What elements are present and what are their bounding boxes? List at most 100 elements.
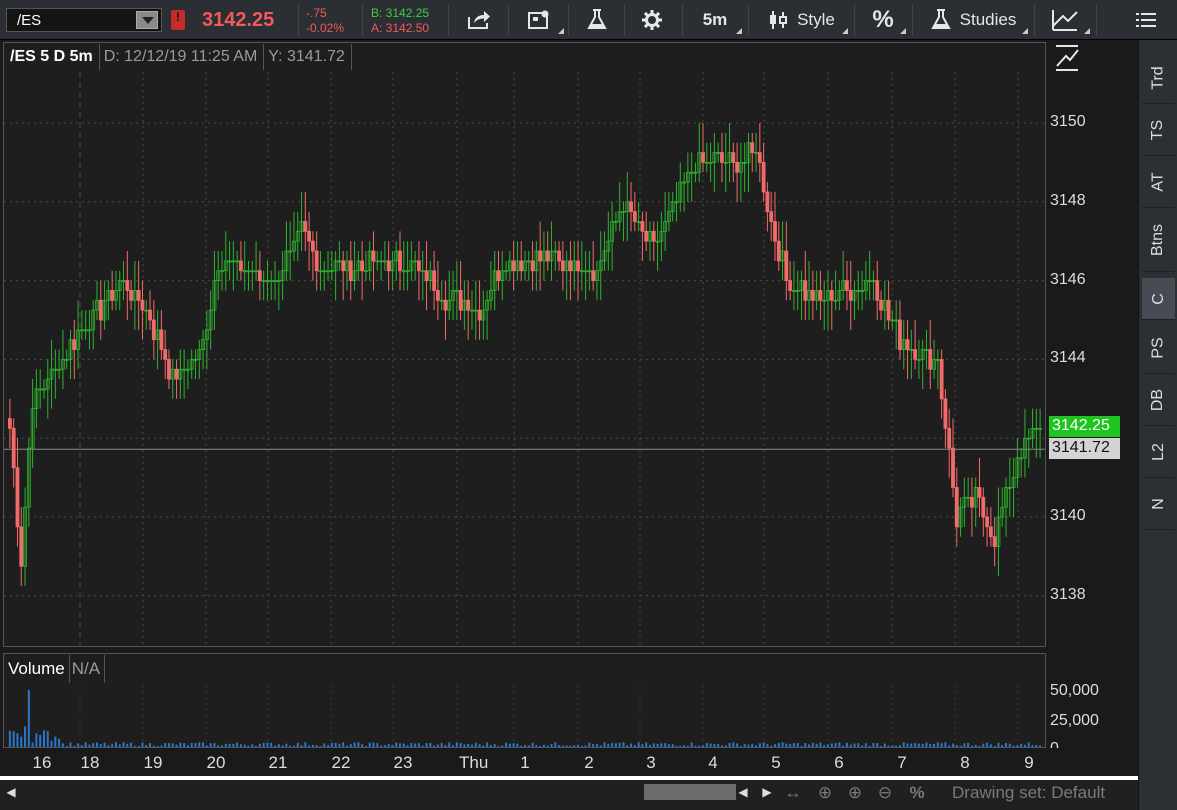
volume-bar bbox=[868, 746, 871, 747]
volume-bar bbox=[622, 742, 625, 747]
volume-bar bbox=[758, 743, 761, 747]
volume-bar bbox=[546, 745, 549, 747]
drawing-set-label[interactable]: Drawing set: Default bbox=[952, 783, 1105, 803]
volume-bar bbox=[478, 744, 481, 747]
percent-icon[interactable]: % bbox=[904, 782, 930, 804]
volume-bar bbox=[675, 745, 678, 747]
volume-bar bbox=[255, 746, 258, 747]
scroll-left-button[interactable]: ◀ bbox=[734, 782, 752, 802]
pan-icon[interactable]: ↔ bbox=[780, 782, 806, 804]
candle-down bbox=[765, 191, 770, 213]
sidebar-tab-position-summary[interactable]: PS bbox=[1142, 322, 1175, 374]
sidebar-tab-dashboard[interactable]: DB bbox=[1142, 374, 1175, 426]
volume-bar bbox=[921, 743, 924, 747]
volume-bar bbox=[910, 743, 913, 747]
volume-bar bbox=[940, 743, 943, 747]
volume-bar bbox=[99, 743, 102, 747]
volume-bar bbox=[834, 742, 837, 747]
volume-bar bbox=[739, 746, 742, 747]
time-tick-label: 23 bbox=[393, 753, 413, 772]
volume-bar bbox=[815, 743, 818, 747]
sidebar-tab-time-sales[interactable]: TS bbox=[1142, 104, 1175, 156]
sidebar-tab-label: C bbox=[1149, 292, 1167, 305]
volume-bar bbox=[399, 743, 402, 747]
sidebar-tab-label: TS bbox=[1149, 119, 1167, 140]
volume-bar bbox=[482, 745, 485, 747]
sidebar-tab-news[interactable]: N bbox=[1142, 478, 1175, 530]
scroll-right-button[interactable]: ▶ bbox=[758, 782, 776, 802]
volume-bar bbox=[486, 742, 489, 747]
volume-bar bbox=[1035, 744, 1038, 747]
volume-bar bbox=[561, 745, 564, 747]
volume-bar bbox=[732, 742, 735, 747]
volume-bar bbox=[111, 743, 114, 747]
volume-bar bbox=[323, 743, 326, 747]
volume-info-bar: Volume N/A bbox=[6, 655, 106, 683]
candle-down bbox=[110, 290, 115, 301]
volume-bar bbox=[690, 742, 693, 747]
volume-bar bbox=[493, 744, 496, 747]
candle-down bbox=[239, 260, 243, 272]
sidebar-tab-chart[interactable]: C bbox=[1142, 278, 1175, 320]
candle-down bbox=[530, 260, 535, 272]
volume-bar bbox=[667, 744, 670, 747]
sidebar-tab-buttons[interactable]: Btns bbox=[1142, 208, 1175, 272]
volume-bar bbox=[709, 743, 712, 747]
volume-bar bbox=[951, 743, 954, 747]
volume-bar bbox=[880, 745, 883, 747]
volume-bar bbox=[531, 742, 534, 747]
volume-bar bbox=[130, 742, 133, 747]
volume-bar bbox=[315, 745, 318, 747]
candle-down bbox=[810, 290, 815, 301]
volume-bar bbox=[277, 744, 280, 747]
price-tick-label: 3150 bbox=[1050, 113, 1086, 130]
candle-down bbox=[784, 250, 789, 282]
candle-down bbox=[701, 152, 705, 163]
volume-bar bbox=[141, 742, 144, 747]
volume-bar bbox=[978, 745, 981, 747]
zoom-out-icon[interactable]: ⊖ bbox=[872, 782, 898, 804]
sidebar-tab-level2[interactable]: L2 bbox=[1142, 426, 1175, 478]
candle-down bbox=[803, 280, 808, 301]
sidebar-tab-trade[interactable]: Trd bbox=[1142, 52, 1175, 104]
crosshair-icon[interactable]: ⊕ bbox=[812, 782, 838, 804]
time-tick-label: 2 bbox=[584, 753, 594, 772]
bottom-bar: ◀ ◀ ▶ ↔ ⊕ ⊕ ⊖ % Drawing set: Default bbox=[0, 776, 1138, 810]
sidebar-tab-label: DB bbox=[1149, 388, 1167, 411]
scroll-left-button[interactable]: ◀ bbox=[2, 782, 20, 802]
candle-down bbox=[98, 299, 103, 321]
candle-down bbox=[731, 152, 736, 163]
volume-bar bbox=[361, 744, 364, 747]
volume-bar bbox=[217, 745, 220, 747]
volume-bar bbox=[202, 742, 205, 747]
chart-title[interactable]: /ES 5 D 5m bbox=[6, 44, 100, 70]
drawing-tool-icon[interactable] bbox=[1054, 44, 1080, 72]
candle-down bbox=[773, 221, 777, 242]
time-tick-label: 7 bbox=[897, 753, 907, 772]
candle-down bbox=[651, 230, 656, 242]
volume-bar bbox=[955, 745, 958, 747]
volume-bar bbox=[683, 745, 686, 747]
volume-bar bbox=[489, 745, 492, 747]
volume-bar bbox=[785, 743, 788, 747]
zoom-in-icon[interactable]: ⊕ bbox=[842, 782, 868, 804]
scroll-thumb[interactable] bbox=[644, 784, 736, 800]
sidebar-tab-active-trader[interactable]: AT bbox=[1142, 156, 1175, 208]
volume-title[interactable]: Volume bbox=[6, 655, 70, 683]
candle-down bbox=[750, 142, 755, 153]
volume-bar bbox=[345, 745, 348, 747]
candlestick-chart[interactable] bbox=[0, 0, 1177, 776]
candle-down bbox=[886, 299, 891, 321]
volume-bar bbox=[982, 743, 985, 747]
volume-bar bbox=[342, 742, 345, 747]
candle-down bbox=[788, 280, 793, 291]
volume-bar bbox=[349, 744, 352, 747]
candle-down bbox=[496, 270, 501, 282]
volume-bar bbox=[444, 745, 447, 747]
candle-down bbox=[148, 309, 152, 321]
candle-down bbox=[947, 427, 952, 449]
crosshair-price-tag: 3141.72 bbox=[1049, 438, 1120, 459]
time-tick-label: 16 bbox=[32, 753, 52, 772]
volume-bar bbox=[747, 744, 750, 747]
volume-bar bbox=[804, 743, 807, 747]
